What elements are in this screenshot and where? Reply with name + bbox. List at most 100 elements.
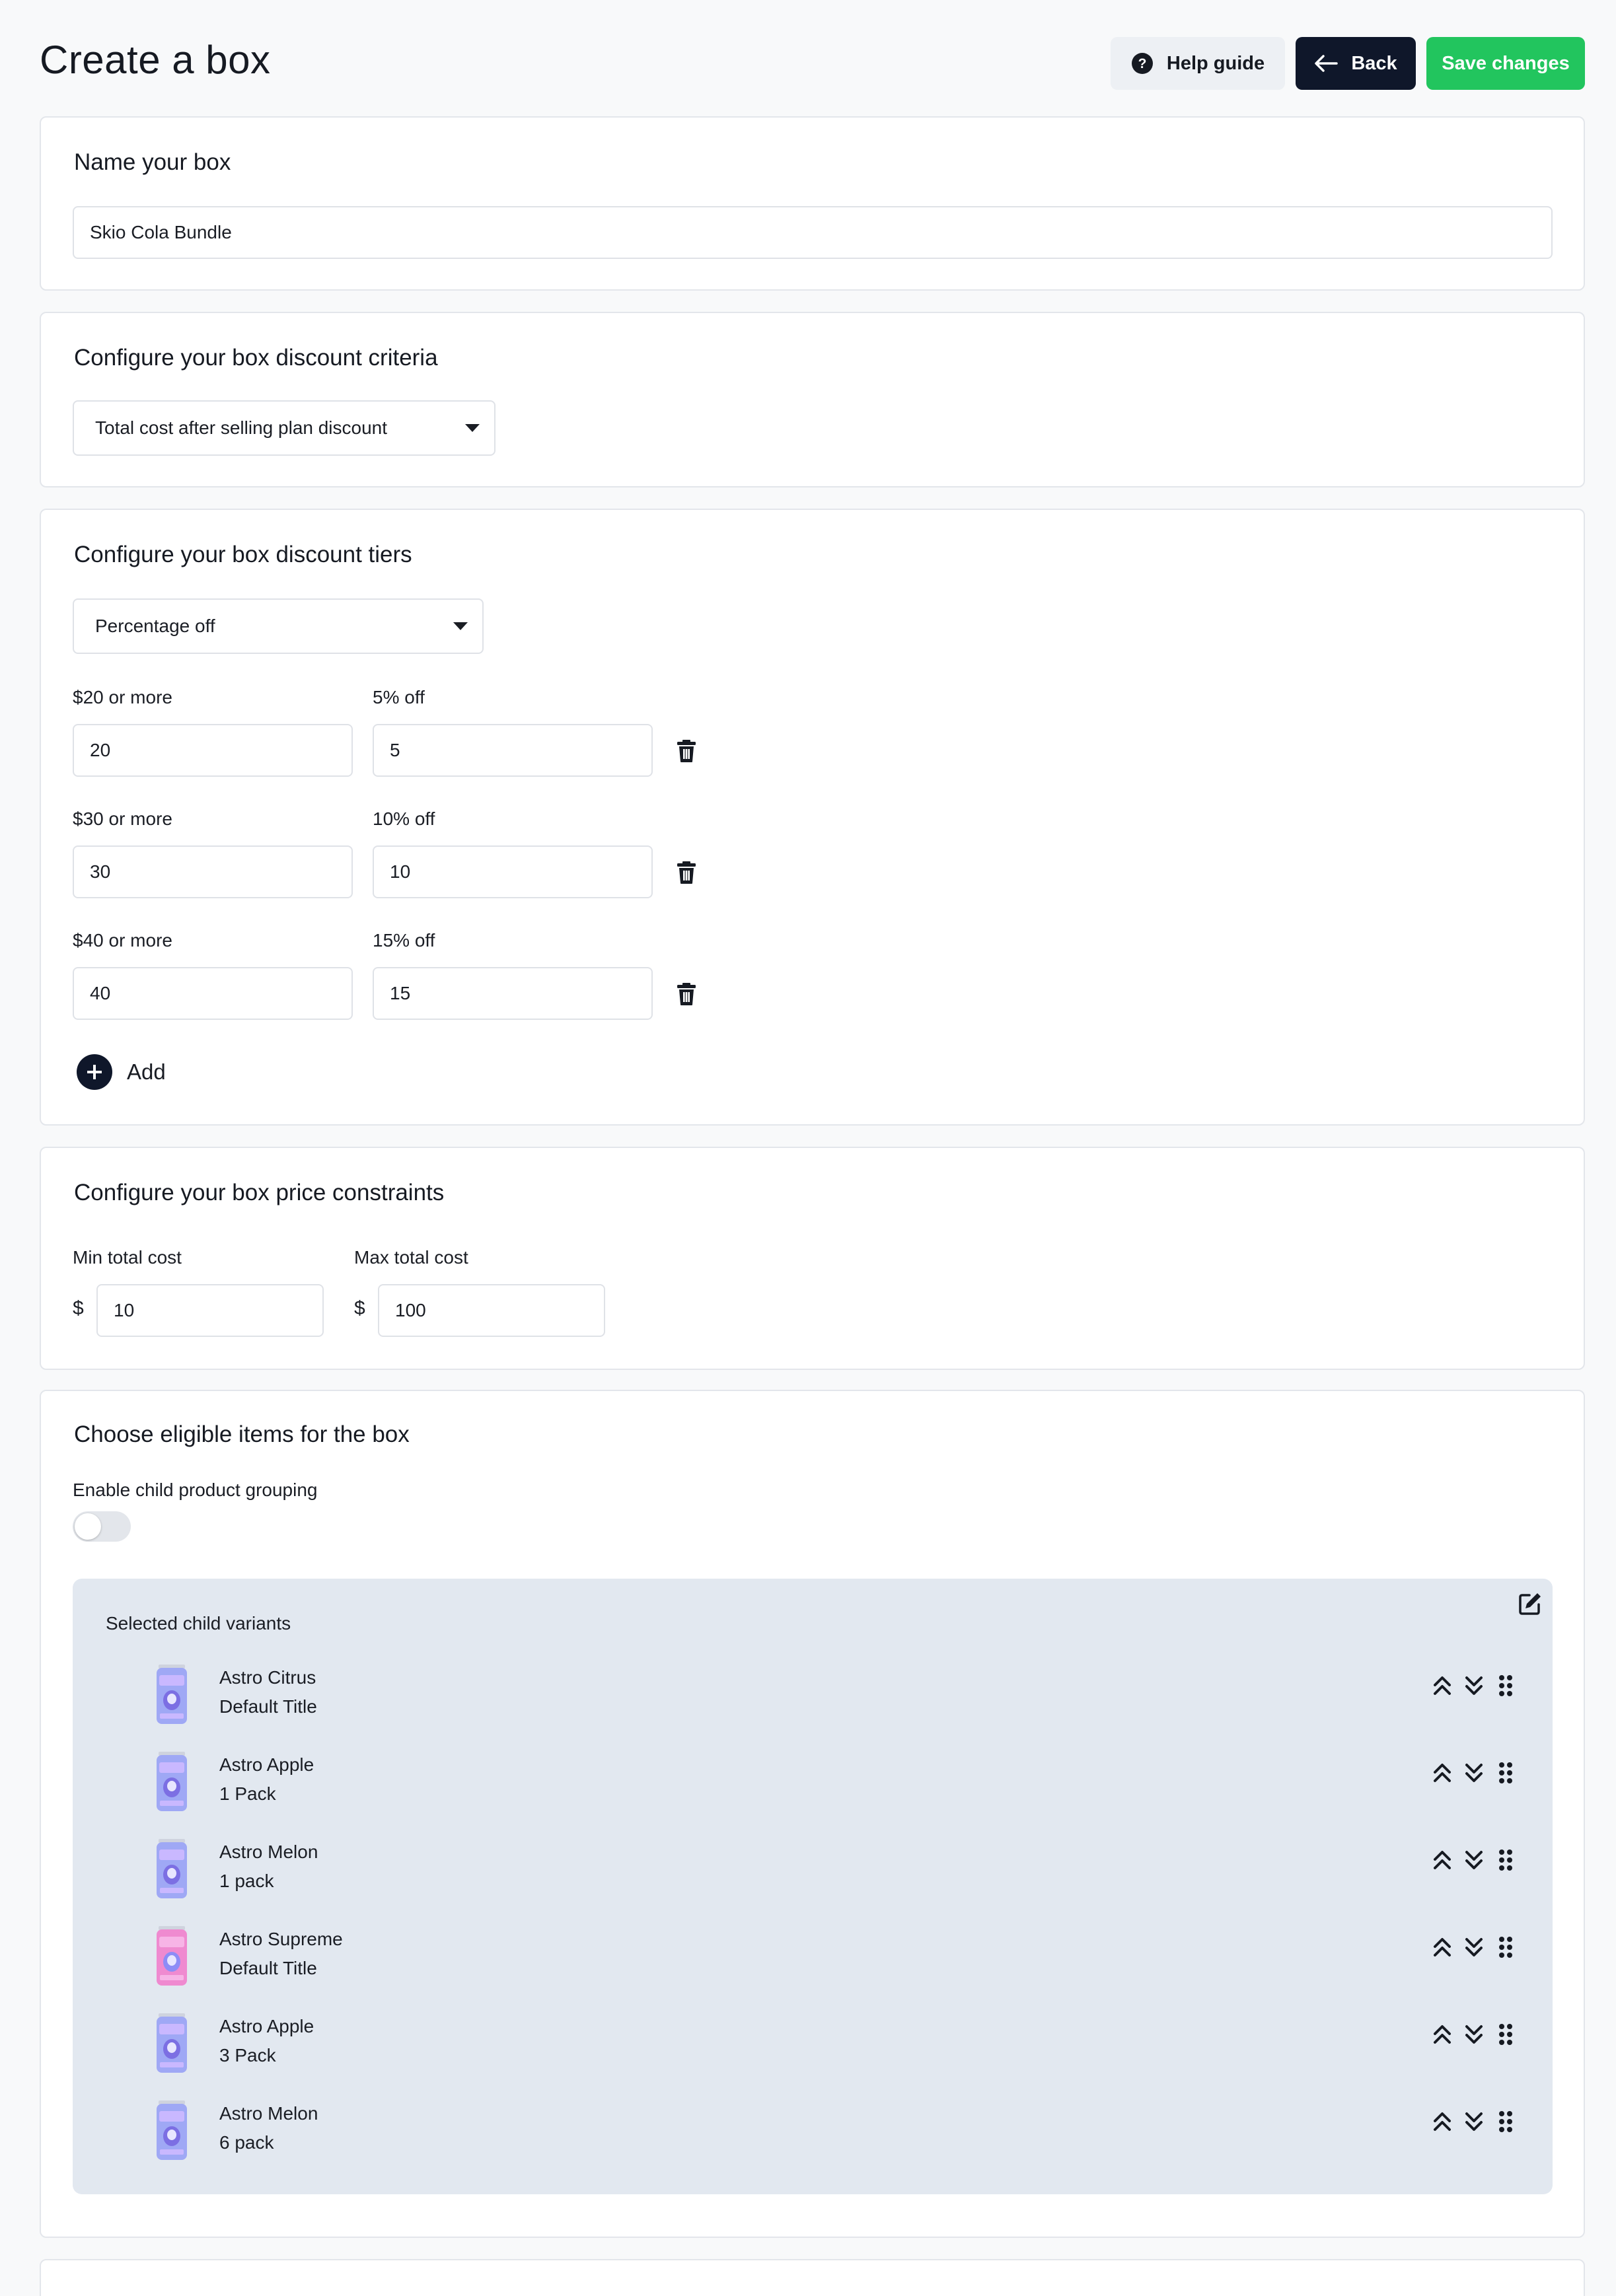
grouping-toggle[interactable]: [73, 1511, 131, 1542]
tier-discount-input[interactable]: [373, 845, 653, 898]
criteria-select[interactable]: Total cost after selling plan discount: [73, 400, 496, 456]
move-down-icon[interactable]: [1463, 1761, 1485, 1785]
plus-circle-icon: [77, 1054, 112, 1090]
variants-heading: Selected child variants: [106, 1613, 291, 1633]
tier-discount-input[interactable]: [373, 967, 653, 1020]
variant-option-name: 1 Pack: [219, 1783, 276, 1804]
move-down-icon[interactable]: [1463, 1848, 1485, 1872]
min-cost-input[interactable]: [96, 1284, 324, 1337]
page-title: Create a box: [40, 38, 271, 82]
variant-product-name: Astro Melon: [219, 1842, 318, 1862]
grouping-label: Enable child product grouping: [73, 1480, 318, 1500]
variant-product-name: Astro Melon: [219, 2103, 318, 2124]
next-section-card: [40, 2259, 1585, 2296]
question-circle-icon: ?: [1131, 52, 1154, 75]
caret-down-icon: [453, 622, 468, 630]
product-thumbnail-icon: [157, 2100, 187, 2160]
min-currency-symbol: $: [73, 1297, 84, 1319]
product-thumbnail-icon: [157, 2013, 187, 2073]
discount-type-select[interactable]: Percentage off: [73, 598, 484, 654]
variant-option-name: 6 pack: [219, 2132, 274, 2153]
criteria-card-title: Configure your box discount criteria: [74, 345, 438, 371]
back-button[interactable]: Back: [1296, 37, 1416, 90]
discount-type-value: Percentage off: [95, 616, 215, 636]
move-down-icon[interactable]: [1463, 1935, 1485, 1959]
variant-option-name: 1 pack: [219, 1871, 274, 1891]
tiers-card-title: Configure your box discount tiers: [74, 542, 412, 567]
move-down-icon[interactable]: [1463, 1674, 1485, 1698]
drag-handle-icon[interactable]: [1495, 1848, 1516, 1872]
back-label: Back: [1351, 52, 1397, 74]
move-up-icon[interactable]: [1432, 2023, 1453, 2046]
page-header: Create a box ? Help guide Back Save chan…: [0, 0, 1616, 116]
page: Create a box ? Help guide Back Save chan…: [0, 0, 1616, 2296]
price-card: Configure your box price constraints Min…: [40, 1147, 1585, 1370]
add-tier-label: Add: [127, 1059, 166, 1084]
name-card-title: Name your box: [74, 149, 231, 175]
drag-handle-icon[interactable]: [1495, 2110, 1516, 2134]
tier-threshold-input[interactable]: [73, 845, 353, 898]
add-tier-button[interactable]: Add: [77, 1054, 166, 1090]
variant-option-name: Default Title: [219, 1696, 317, 1717]
tier-threshold-input[interactable]: [73, 724, 353, 777]
selected-variants-panel: Selected child variants Astro Citrus Defa…: [73, 1579, 1553, 2194]
arrow-left-icon: [1314, 54, 1339, 73]
caret-down-icon: [465, 424, 480, 432]
variant-product-name: Astro Citrus: [219, 1667, 316, 1688]
help-guide-button[interactable]: ? Help guide: [1111, 37, 1285, 90]
variant-row: Astro Supreme Default Title: [73, 1922, 1553, 1995]
tier-discount-label: 15% off: [373, 930, 435, 951]
tier-discount-label: 10% off: [373, 808, 435, 829]
trash-icon[interactable]: [677, 739, 696, 763]
product-thumbnail-icon: [157, 1926, 187, 1986]
max-currency-symbol: $: [354, 1297, 365, 1319]
product-thumbnail-icon: [157, 1839, 187, 1898]
tier-discount-input[interactable]: [373, 724, 653, 777]
tier-threshold-label: $40 or more: [73, 930, 172, 951]
min-cost-label: Min total cost: [73, 1247, 182, 1268]
edit-icon[interactable]: [1517, 1591, 1543, 1617]
drag-handle-icon[interactable]: [1495, 1935, 1516, 1959]
variant-row: Astro Citrus Default Title: [73, 1661, 1553, 1733]
variant-product-name: Astro Supreme: [219, 1929, 343, 1949]
variant-option-name: 3 Pack: [219, 2045, 276, 2065]
max-cost-label: Max total cost: [354, 1247, 468, 1268]
tier-threshold-label: $30 or more: [73, 808, 172, 829]
name-card: Name your box: [40, 116, 1585, 291]
tiers-card: Configure your box discount tiers Percen…: [40, 509, 1585, 1126]
variant-row: Astro Apple 1 Pack: [73, 1748, 1553, 1820]
tier-discount-label: 5% off: [373, 687, 425, 707]
criteria-select-value: Total cost after selling plan discount: [95, 417, 388, 438]
drag-handle-icon[interactable]: [1495, 1674, 1516, 1698]
box-name-input[interactable]: [73, 206, 1553, 259]
variant-row: Astro Apple 3 Pack: [73, 2009, 1553, 2082]
move-down-icon[interactable]: [1463, 2023, 1485, 2046]
product-thumbnail-icon: [157, 1665, 187, 1724]
move-up-icon[interactable]: [1432, 1935, 1453, 1959]
drag-handle-icon[interactable]: [1495, 1761, 1516, 1785]
move-up-icon[interactable]: [1432, 2110, 1453, 2134]
items-card-title: Choose eligible items for the box: [74, 1421, 410, 1447]
toggle-knob: [75, 1513, 101, 1540]
max-cost-input[interactable]: [378, 1284, 605, 1337]
price-card-title: Configure your box price constraints: [74, 1180, 445, 1205]
svg-text:?: ?: [1138, 56, 1146, 71]
help-guide-label: Help guide: [1166, 52, 1265, 74]
criteria-card: Configure your box discount criteria Tot…: [40, 312, 1585, 487]
drag-handle-icon[interactable]: [1495, 2023, 1516, 2046]
variant-product-name: Astro Apple: [219, 2016, 314, 2036]
save-changes-label: Save changes: [1442, 52, 1570, 74]
variant-row: Astro Melon 1 pack: [73, 1835, 1553, 1908]
save-changes-button[interactable]: Save changes: [1426, 37, 1585, 90]
tier-threshold-input[interactable]: [73, 967, 353, 1020]
trash-icon[interactable]: [677, 861, 696, 884]
variant-product-name: Astro Apple: [219, 1754, 314, 1775]
product-thumbnail-icon: [157, 1752, 187, 1811]
move-up-icon[interactable]: [1432, 1761, 1453, 1785]
move-up-icon[interactable]: [1432, 1674, 1453, 1698]
trash-icon[interactable]: [677, 982, 696, 1006]
variant-option-name: Default Title: [219, 1958, 317, 1978]
move-up-icon[interactable]: [1432, 1848, 1453, 1872]
tier-threshold-label: $20 or more: [73, 687, 172, 707]
move-down-icon[interactable]: [1463, 2110, 1485, 2134]
